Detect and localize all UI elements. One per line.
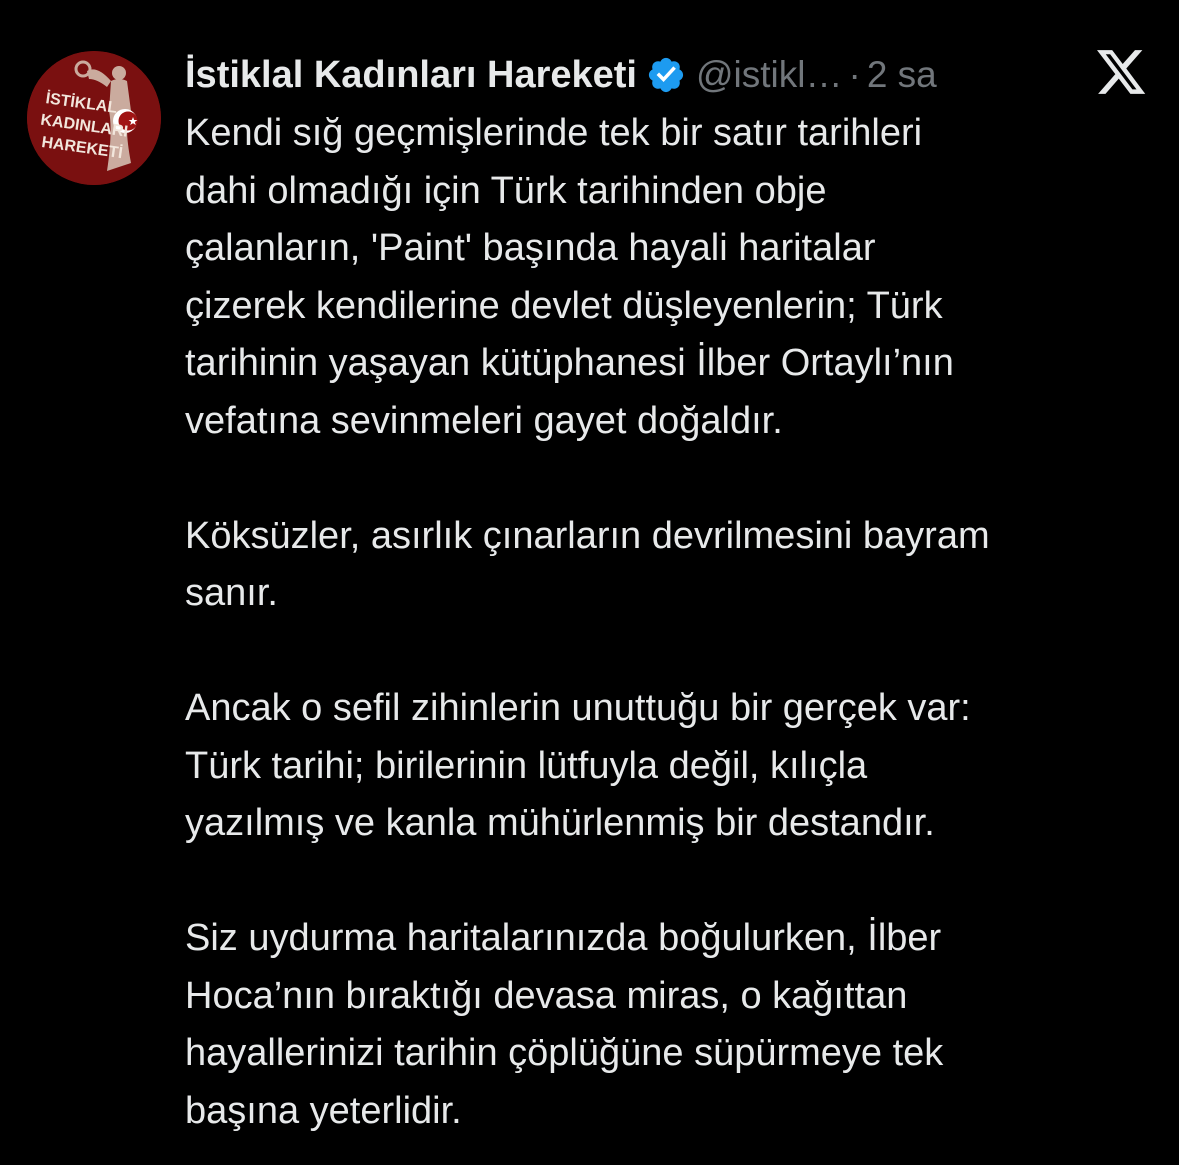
paragraph-4: Siz uydurma haritalarınızda boğulurken, … <box>185 910 1160 1140</box>
paragraph-1: Kendi sığ geçmişlerinde tek bir satır ta… <box>185 105 1160 450</box>
text-line: sanır. <box>185 572 278 614</box>
text-line: çalanların, 'Paint' başında hayali harit… <box>185 227 876 269</box>
tweet-header: İstiklal Kadınları Hareketi @istikl… · 2… <box>185 48 937 102</box>
text-line: Köksüzler, asırlık çınarların devrilmesi… <box>185 514 990 557</box>
display-name[interactable]: İstiklal Kadınları Hareketi <box>185 54 637 97</box>
x-logo-icon[interactable] <box>1097 50 1147 96</box>
separator-dot: · <box>848 54 861 95</box>
text-line: hayallerinizi tarihin çöplüğüne süpürmey… <box>185 1032 944 1074</box>
timestamp[interactable]: 2 sa <box>867 54 937 96</box>
avatar-artwork: İSTİKLAL KADINLARI HAREKETİ <box>27 51 161 185</box>
text-line: yazılmış ve kanla mühürlenmiş bir destan… <box>185 802 935 844</box>
text-line: Kendi sığ geçmişlerinde tek bir satır ta… <box>185 112 923 154</box>
text-line: Ancak o sefil zihinlerin unuttuğu bir ge… <box>185 687 971 729</box>
tweet-text: Kendi sığ geçmişlerinde tek bir satır ta… <box>185 105 1160 1140</box>
text-line: Türk tarihi; birilerinin lütfuyla değil,… <box>185 744 868 787</box>
tweet-card: İSTİKLAL KADINLARI HAREKETİ İstiklal Kad… <box>0 0 1179 1165</box>
text-line: tarihinin yaşayan kütüphanesi İlber Orta… <box>185 342 954 384</box>
verified-badge-icon <box>646 55 686 95</box>
paragraph-2: Köksüzler, asırlık çınarların devrilmesi… <box>185 508 1160 623</box>
text-line: Siz uydurma haritalarınızda boğulurken, … <box>185 917 942 959</box>
text-line: çizerek kendilerine devlet düşleyenlerin… <box>185 284 943 327</box>
text-line: vefatına sevinmeleri gayet doğaldır. <box>185 399 783 442</box>
paragraph-3: Ancak o sefil zihinlerin unuttuğu bir ge… <box>185 680 1160 853</box>
user-handle[interactable]: @istikl… <box>696 54 843 96</box>
profile-avatar[interactable]: İSTİKLAL KADINLARI HAREKETİ <box>27 51 161 185</box>
text-line: Hoca’nın bıraktığı devasa miras, o kağıt… <box>185 974 908 1017</box>
text-line: dahi olmadığı için Türk tarihinden obje <box>185 169 827 212</box>
text-line: başına yeterlidir. <box>185 1089 462 1132</box>
